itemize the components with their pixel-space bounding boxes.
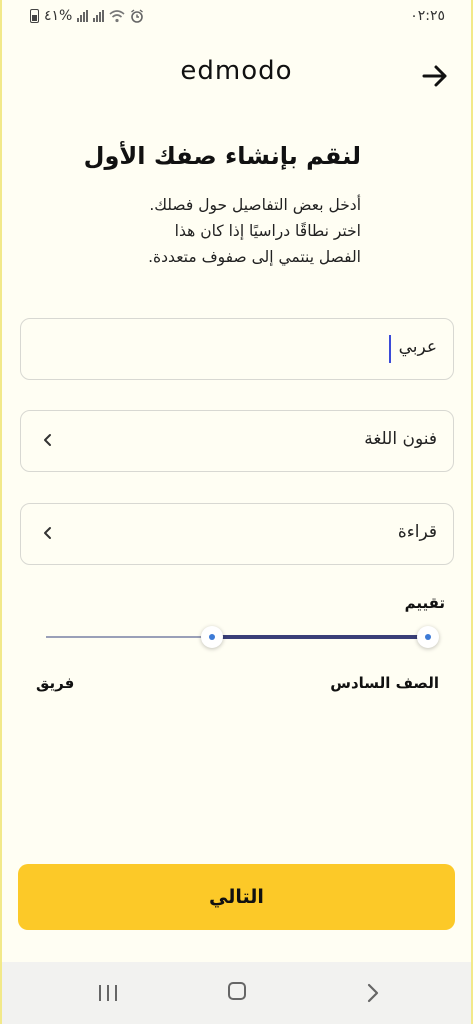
page-title: لنقم بإنشاء صفك الأول	[83, 142, 361, 170]
system-nav-bar	[2, 962, 471, 1024]
chevron-left-icon	[44, 527, 51, 539]
home-icon[interactable]	[228, 982, 246, 1000]
description-line: أدخل بعض التفاصيل حول فصلك.	[149, 196, 361, 214]
slider-handle-max[interactable]	[201, 626, 223, 648]
grade-min-label: الصف السادس	[330, 674, 439, 692]
status-bar: ٤١% ٠٢:٢٥	[0, 0, 473, 34]
app-header: edmodo	[0, 50, 473, 100]
subject-select[interactable]: فنون اللغة	[20, 410, 454, 472]
class-name-value: عربي	[398, 337, 437, 357]
status-time: ٠٢:٢٥	[410, 8, 445, 24]
battery-icon	[30, 9, 39, 23]
edmodo-logo: edmodo	[180, 56, 293, 86]
grade-max-label: فريق	[36, 674, 75, 692]
slider-track-active	[212, 635, 428, 639]
alarm-icon	[131, 9, 144, 23]
nav-back-icon[interactable]	[364, 982, 382, 1004]
status-icons: ٤١%	[30, 8, 144, 24]
recents-icon[interactable]	[97, 984, 119, 1002]
class-name-input[interactable]: عربي	[20, 318, 454, 380]
arrow-right-icon[interactable]	[421, 62, 449, 90]
topic-select[interactable]: قراءة	[20, 503, 454, 565]
grade-range-label: تقييم	[404, 594, 445, 612]
battery-percent: ٤١%	[44, 8, 73, 24]
chevron-left-icon	[44, 434, 51, 446]
page-description: أدخل بعض التفاصيل حول فصلك. اختر نطاقًا …	[90, 192, 361, 270]
text-caret	[389, 335, 391, 363]
slider-track-inactive	[46, 636, 212, 638]
next-button[interactable]: التالي	[18, 864, 455, 930]
subject-value: فنون اللغة	[364, 429, 437, 449]
slider-handle-min[interactable]	[417, 626, 439, 648]
description-line: اختر نطاقًا دراسيًا إذا كان هذا	[174, 222, 361, 240]
signal-icon	[77, 10, 89, 22]
topic-value: قراءة	[397, 522, 437, 542]
signal-icon-2	[93, 10, 105, 22]
description-line: الفصل ينتمي إلى صفوف متعددة.	[148, 248, 361, 266]
wifi-icon	[109, 10, 125, 23]
